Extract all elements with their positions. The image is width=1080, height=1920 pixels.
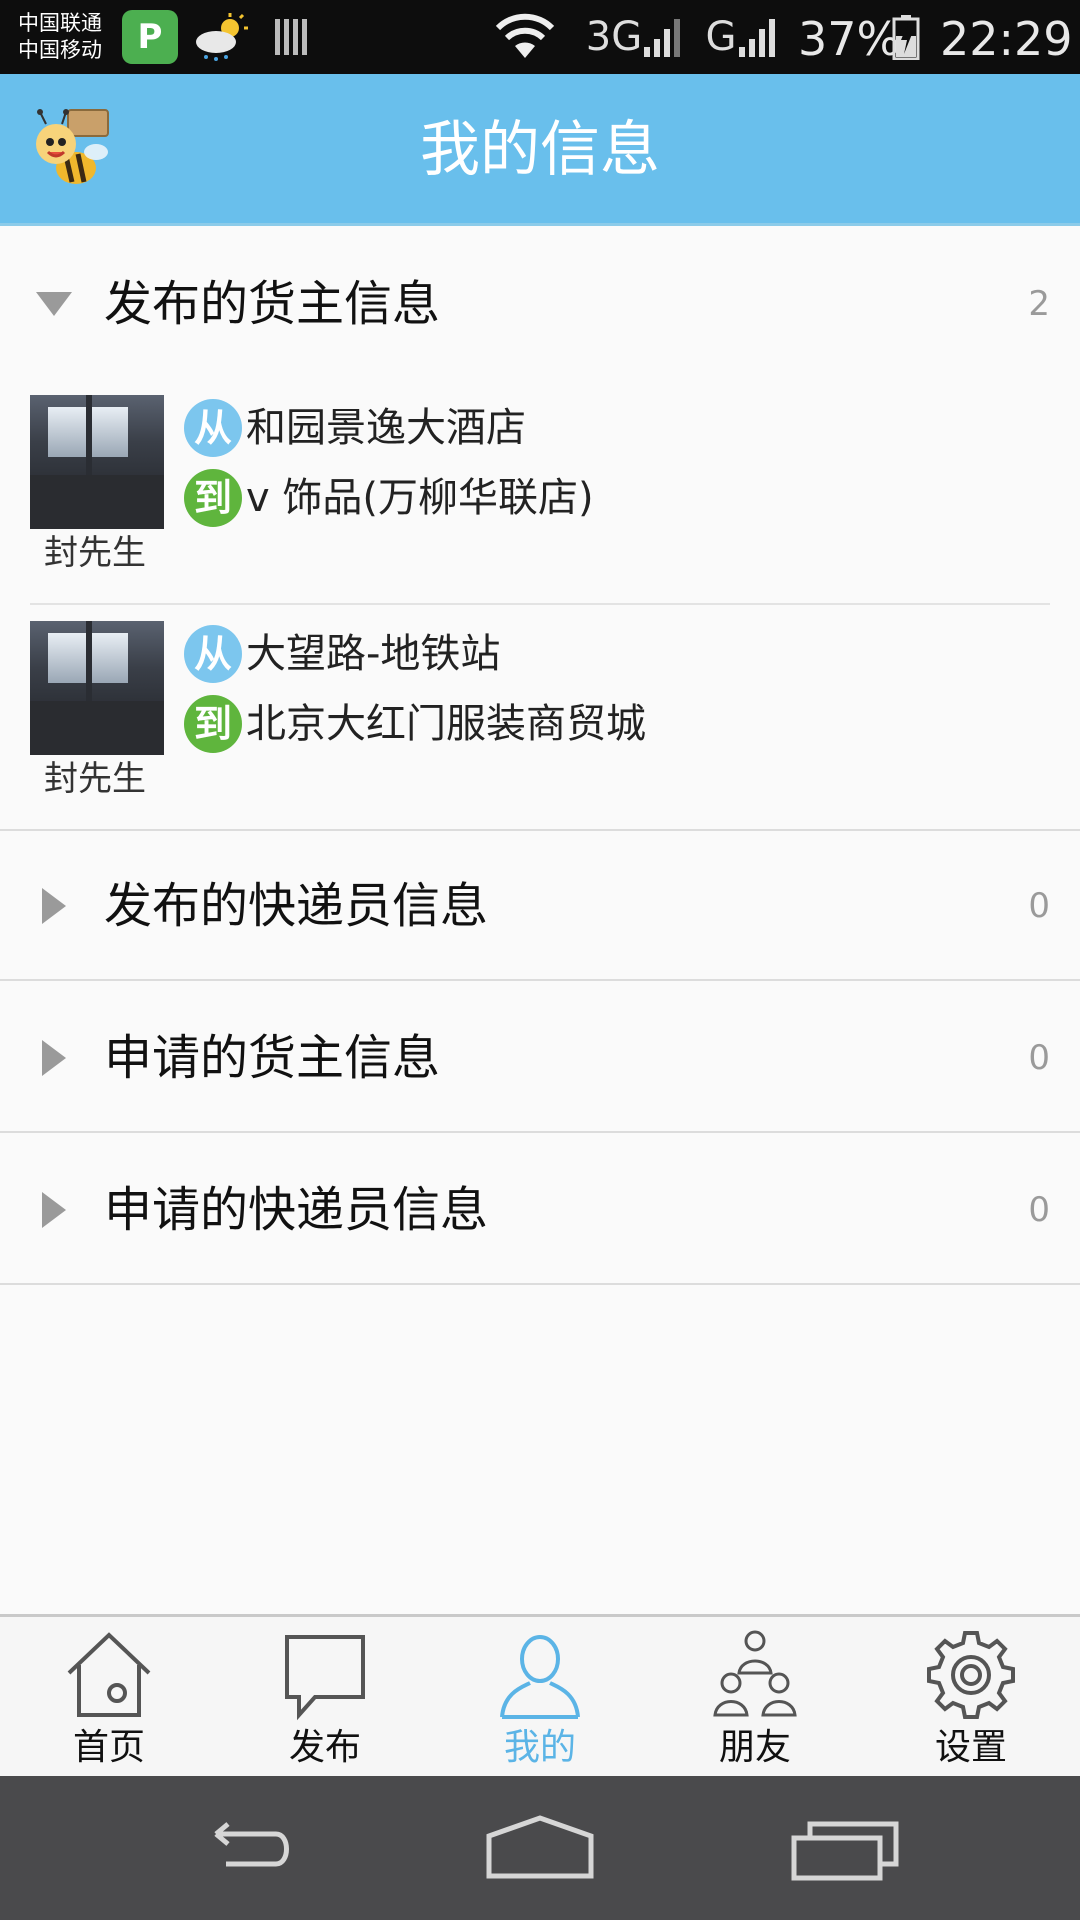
weather-icon xyxy=(190,10,254,64)
friends-icon xyxy=(713,1630,797,1717)
nav-label: 首页 xyxy=(72,1727,145,1768)
from-location: 大望路-地铁站 xyxy=(246,631,501,677)
nav-item-mine[interactable]: 我的 xyxy=(455,1617,625,1779)
nav-item-home[interactable]: 首页 xyxy=(24,1617,194,1779)
page-title: 我的信息 xyxy=(420,115,660,185)
nav-label: 设置 xyxy=(934,1727,1007,1768)
group-count: 0 xyxy=(1028,1190,1050,1230)
from-badge-icon: 从 xyxy=(184,399,242,457)
group-title: 发布的货主信息 xyxy=(104,276,441,332)
bottom-nav: 首页 发布 我的 朋友 设置 xyxy=(0,1614,1080,1776)
home-button-icon[interactable] xyxy=(485,1812,595,1884)
user-icon xyxy=(500,1635,580,1719)
group-applied-shipper-info[interactable]: 申请的货主信息 0 xyxy=(0,983,1080,1133)
avatar xyxy=(30,395,164,529)
nav-label: 发布 xyxy=(288,1727,361,1768)
home-icon xyxy=(67,1632,151,1717)
group-count: 0 xyxy=(1028,886,1050,926)
clock: 22:29 xyxy=(940,12,1073,66)
sender-name: 封先生 xyxy=(44,759,146,799)
expanded-arrow-icon xyxy=(36,292,72,316)
group-published-courier-info[interactable]: 发布的快递员信息 0 xyxy=(0,831,1080,981)
carrier-2: 中国移动 xyxy=(18,38,102,62)
carrier-1: 中国联通 xyxy=(18,11,102,35)
nav-item-settings[interactable]: 设置 xyxy=(886,1617,1056,1779)
app-header: 我的信息 xyxy=(0,74,1080,226)
from-badge-icon: 从 xyxy=(184,625,242,683)
recent-apps-icon[interactable] xyxy=(790,1812,900,1884)
signal-strength-sim1-icon: 3G xyxy=(584,10,688,64)
nav-item-friends[interactable]: 朋友 xyxy=(670,1617,840,1779)
to-location: v 饰品(万柳华联店) xyxy=(246,475,594,521)
group-count: 2 xyxy=(1028,284,1050,324)
collapsed-arrow-icon xyxy=(42,1192,66,1228)
group-title: 申请的快递员信息 xyxy=(104,1182,489,1238)
list-item[interactable]: 封先生 从 大望路-地铁站 到 北京大红门服装商贸城 xyxy=(0,605,1080,831)
nav-label: 我的 xyxy=(503,1727,576,1768)
signal-strength-sim2-icon: G xyxy=(700,10,786,64)
battery-percent: 37% xyxy=(798,12,901,66)
to-badge-icon: 到 xyxy=(184,469,242,527)
system-nav-bar xyxy=(0,1776,1080,1920)
group-published-shipper-info[interactable]: 发布的货主信息 2 xyxy=(0,229,1080,379)
group-title: 发布的快递员信息 xyxy=(104,878,489,934)
group-count: 0 xyxy=(1028,1038,1050,1078)
from-location: 和园景逸大酒店 xyxy=(246,405,526,451)
collapsed-arrow-icon xyxy=(42,1040,66,1076)
group-title: 申请的货主信息 xyxy=(104,1030,441,1086)
list-item[interactable]: 封先生 从 和园景逸大酒店 到 v 饰品(万柳华联店) xyxy=(0,379,1080,605)
network-type-label-2: G xyxy=(705,14,737,60)
to-location: 北京大红门服装商贸城 xyxy=(246,701,646,747)
status-bar: 中国联通 中国移动 P 3G G 37% 22:29 xyxy=(0,0,1080,74)
avatar xyxy=(30,621,164,755)
network-type-label: 3G xyxy=(585,14,643,60)
carrier-info: 中国联通 中国移动 xyxy=(18,10,102,64)
nav-label: 朋友 xyxy=(718,1727,791,1768)
collapsed-arrow-icon xyxy=(42,888,66,924)
parking-app-icon: P xyxy=(122,10,178,64)
back-icon[interactable] xyxy=(186,1812,296,1884)
group-applied-courier-info[interactable]: 申请的快递员信息 0 xyxy=(0,1135,1080,1285)
speech-bubble-icon xyxy=(285,1635,365,1721)
nav-item-publish[interactable]: 发布 xyxy=(240,1617,410,1779)
gear-icon xyxy=(927,1631,1015,1719)
wifi-icon xyxy=(490,10,560,64)
barcode-icon xyxy=(270,10,316,64)
battery-charging-icon xyxy=(890,10,922,64)
to-badge-icon: 到 xyxy=(184,695,242,753)
sender-name: 封先生 xyxy=(44,533,146,573)
